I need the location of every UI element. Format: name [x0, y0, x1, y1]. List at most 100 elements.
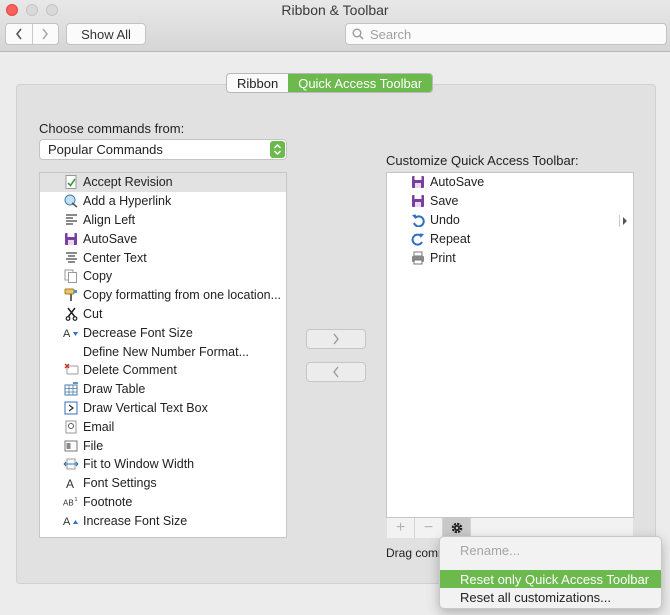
autosave-icon: [63, 231, 79, 247]
font-settings-icon: A: [63, 475, 79, 491]
command-label: Draw Vertical Text Box: [83, 400, 208, 415]
svg-text:A: A: [63, 516, 71, 527]
search-field[interactable]: Search: [345, 23, 667, 45]
popup-stepper-icon: [270, 141, 285, 158]
command-row[interactable]: File: [40, 436, 286, 455]
back-forward-control: [5, 23, 59, 45]
command-label: Fit to Window Width: [83, 457, 195, 472]
command-label: Delete Comment: [83, 363, 177, 378]
command-label: Define New Number Format...: [83, 344, 250, 359]
delete-comment-icon: [63, 362, 79, 378]
command-row[interactable]: A Font Settings: [40, 474, 286, 493]
command-row[interactable]: Fit to Window Width: [40, 455, 286, 474]
svg-text:A: A: [66, 477, 74, 490]
command-row[interactable]: AutoSave: [40, 229, 286, 248]
toolbar-item-row[interactable]: Save: [387, 192, 633, 211]
svg-text:A: A: [63, 328, 71, 339]
command-row[interactable]: Add a Hyperlink: [40, 192, 286, 211]
command-row[interactable]: Copy: [40, 267, 286, 286]
email-icon: [63, 419, 79, 435]
forward-button[interactable]: [31, 24, 59, 44]
command-label: File: [83, 438, 104, 453]
print-icon: [410, 250, 426, 266]
command-label: Footnote: [83, 494, 133, 509]
command-label: AutoSave: [83, 231, 138, 246]
search-icon: [352, 28, 364, 40]
menu-item-rename[interactable]: Rename...: [440, 541, 661, 559]
command-row[interactable]: Define New Number Format...: [40, 342, 286, 361]
toolbar-item-label: Print: [430, 250, 456, 265]
draw-table-icon: [63, 381, 79, 397]
commands-source-popup[interactable]: Popular Commands: [39, 139, 287, 160]
tab-ribbon[interactable]: Ribbon: [227, 74, 288, 92]
toolbar-item-label: Save: [430, 194, 459, 209]
remove-command-button[interactable]: [306, 362, 366, 382]
save-icon: [410, 193, 426, 209]
toolbar-item-row[interactable]: Repeat: [387, 229, 633, 248]
gear-menu-button[interactable]: [443, 518, 471, 538]
command-row[interactable]: Center Text: [40, 248, 286, 267]
command-label: Center Text: [83, 250, 147, 265]
svg-text:1: 1: [75, 497, 78, 503]
back-button[interactable]: [6, 24, 32, 44]
chevron-left-icon: [333, 366, 339, 378]
separator-chevron: [619, 215, 627, 227]
toolbar-item-label: AutoSave: [430, 175, 485, 190]
command-row[interactable]: Delete Comment: [40, 361, 286, 380]
command-row[interactable]: AB 1 Footnote: [40, 493, 286, 512]
undo-icon: [410, 212, 426, 228]
copy-icon: [63, 268, 79, 284]
add-command-button[interactable]: [306, 329, 366, 349]
fit-width-icon: [63, 456, 79, 472]
remove-item-button[interactable]: −: [415, 518, 443, 538]
format-painter-icon: [63, 287, 79, 303]
command-label: Decrease Font Size: [83, 325, 193, 340]
autosave-icon: [410, 174, 426, 190]
show-all-button[interactable]: Show All: [66, 23, 146, 45]
command-row[interactable]: Email: [40, 417, 286, 436]
command-label: Email: [83, 419, 115, 434]
window-title: Ribbon & Toolbar: [281, 2, 389, 18]
toolbar-list-actions: + −: [387, 517, 633, 538]
command-label: Align Left: [83, 212, 136, 227]
command-row[interactable]: Cut: [40, 305, 286, 324]
commands-list[interactable]: Accept Revision Add a Hyperlink Align Left…: [39, 172, 287, 538]
repeat-icon: [410, 231, 426, 247]
increase-font-size-icon: A: [63, 513, 79, 529]
svg-text:AB: AB: [63, 498, 74, 507]
command-row[interactable]: Copy formatting from one location...: [40, 286, 286, 305]
toolbar-items-list[interactable]: AutoSave Save Undo Repeat Print: [386, 172, 634, 518]
file-icon: [63, 438, 79, 454]
gear-icon: [451, 522, 462, 534]
toolbar-item-label: Undo: [430, 212, 460, 227]
add-item-button[interactable]: +: [387, 518, 415, 538]
menu-item-reset-all-customizations[interactable]: Reset all customizations...: [440, 588, 661, 606]
command-row[interactable]: Align Left: [40, 211, 286, 230]
chevron-right-icon: [333, 333, 339, 345]
vertical-text-box-icon: [63, 400, 79, 416]
gear-context-menu: Rename... Reset only Quick Access Toolba…: [439, 536, 662, 609]
title-bar: Ribbon & Toolbar Show All Search: [0, 0, 670, 52]
command-row[interactable]: A Decrease Font Size: [40, 323, 286, 342]
toolbar-item-row[interactable]: Print: [387, 248, 633, 267]
toolbar-item-label: Repeat: [430, 231, 471, 246]
search-placeholder: Search: [370, 26, 412, 42]
accept-revision-icon: [63, 174, 79, 190]
toolbar-item-row[interactable]: Undo: [387, 211, 633, 230]
command-label: Draw Table: [83, 382, 146, 397]
command-label: Copy: [83, 269, 113, 284]
command-row[interactable]: Draw Table: [40, 380, 286, 399]
hyperlink-icon: [63, 193, 79, 209]
toolbar-item-row[interactable]: AutoSave: [387, 173, 633, 192]
command-row[interactable]: A Increase Font Size: [40, 511, 286, 530]
command-label: Increase Font Size: [83, 513, 188, 528]
command-label: Copy formatting from one location...: [83, 288, 282, 303]
center-text-icon: [63, 250, 79, 266]
chevron-left-icon: [15, 28, 22, 40]
tab-quick-access-toolbar[interactable]: Quick Access Toolbar: [288, 74, 433, 92]
chevron-right-icon: [623, 217, 627, 225]
command-row[interactable]: Accept Revision: [40, 173, 286, 192]
menu-item-reset-quick-access-toolbar[interactable]: Reset only Quick Access Toolbar: [440, 570, 661, 588]
footnote-icon: AB 1: [63, 494, 79, 510]
command-row[interactable]: Draw Vertical Text Box: [40, 399, 286, 418]
